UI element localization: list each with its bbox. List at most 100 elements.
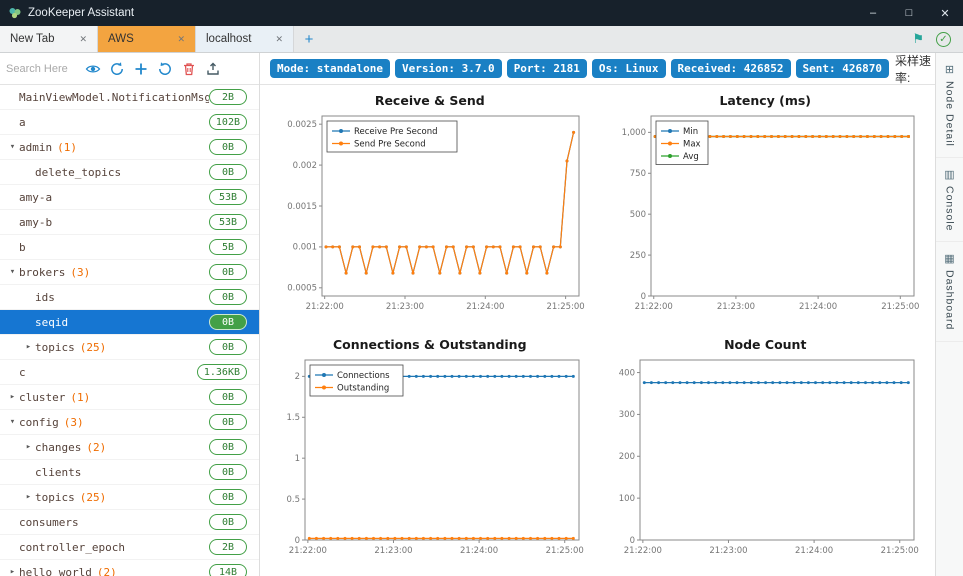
tree-row[interactable]: ▸ cluster (1) 0B xyxy=(0,385,259,410)
tree-row[interactable]: ▸ topics (25) 0B xyxy=(0,335,259,360)
node-name: MainViewModel.NotificationMsg = e xyxy=(19,90,209,104)
child-count: (1) xyxy=(70,390,91,404)
tab-label: Console xyxy=(943,185,956,232)
svg-text:0: 0 xyxy=(630,535,635,545)
sampling-rate-label: 采样速率: xyxy=(894,53,931,85)
tree-row[interactable]: ▸ changes (2) 0B xyxy=(0,435,259,460)
node-name: a xyxy=(19,115,26,129)
chart-panel-3: Node Count 0 100 200 300 400 21:22:00 21:23:00 2… xyxy=(606,337,926,569)
chart-panel-1: Latency (ms) 0 250 500 750 1,000 21:22:00 21:23… xyxy=(606,93,926,325)
tree-row[interactable]: MainViewModel.NotificationMsg = e2B xyxy=(0,85,259,110)
svg-text:21:24:00: 21:24:00 xyxy=(795,546,833,556)
tab-console[interactable]: ▥ Console xyxy=(936,158,963,243)
tree-row[interactable]: ▾ admin (1) 0B xyxy=(0,135,259,160)
export-icon[interactable] xyxy=(203,59,222,78)
tree-row[interactable]: amy-b 53B xyxy=(0,210,259,235)
tree-row[interactable]: seqid 0B xyxy=(0,310,259,335)
chart-panel-0: Receive & Send 0.0005 0.001 0.0015 0.002 0.00… xyxy=(270,93,590,325)
chevron-right-icon[interactable]: ▸ xyxy=(22,442,35,452)
refresh-icon[interactable] xyxy=(107,59,126,78)
size-badge: 0B xyxy=(209,514,247,530)
close-icon[interactable]: ✕ xyxy=(79,34,87,45)
tree-row[interactable]: delete_topics 0B xyxy=(0,160,259,185)
tab-dashboard[interactable]: ▦ Dashboard xyxy=(936,242,963,342)
status-badge: Version: 3.7.0 xyxy=(394,59,502,78)
chevron-down-icon[interactable]: ▾ xyxy=(6,142,19,152)
tree-row[interactable]: clients 0B xyxy=(0,460,259,485)
tree-row[interactable]: ids 0B xyxy=(0,285,259,310)
svg-text:21:25:00: 21:25:00 xyxy=(881,546,919,556)
tree-row[interactable]: ▸ topics (25) 0B xyxy=(0,485,259,510)
delete-node-icon[interactable] xyxy=(179,59,198,78)
tree-row[interactable]: ▸ hello_world (2) 14B xyxy=(0,560,259,576)
minimize-button[interactable]: – xyxy=(855,0,891,26)
size-badge: 2B xyxy=(209,539,247,555)
close-button[interactable]: ✕ xyxy=(927,0,963,26)
close-icon[interactable]: ✕ xyxy=(275,34,283,45)
connected-check-icon[interactable]: ✓ xyxy=(936,31,951,47)
chevron-right-icon[interactable]: ▸ xyxy=(6,392,19,402)
tree-row[interactable]: controller_epoch 2B xyxy=(0,535,259,560)
chart-title: Node Count xyxy=(724,336,807,352)
chart-title: Latency (ms) xyxy=(719,93,812,108)
charts-grid: Receive & Send 0.0005 0.001 0.0015 0.002 0.00… xyxy=(260,85,935,576)
maximize-button[interactable]: □ xyxy=(891,0,927,26)
svg-text:21:25:00: 21:25:00 xyxy=(545,546,583,556)
svg-text:2: 2 xyxy=(294,372,299,382)
chevron-right-icon[interactable]: ▸ xyxy=(6,567,19,576)
chevron-right-icon[interactable]: ▸ xyxy=(22,342,35,352)
node-name: delete_topics xyxy=(35,165,122,179)
child-count: (25) xyxy=(79,340,107,354)
svg-text:21:23:00: 21:23:00 xyxy=(374,546,412,556)
redo-icon[interactable] xyxy=(155,59,174,78)
svg-text:0: 0 xyxy=(641,292,646,302)
svg-text:21:22:00: 21:22:00 xyxy=(289,546,327,556)
add-node-icon[interactable] xyxy=(131,59,150,78)
size-badge: 1.36KB xyxy=(196,364,247,380)
close-icon[interactable]: ✕ xyxy=(177,34,185,45)
tree-row[interactable]: a 102B xyxy=(0,110,259,135)
svg-text:Avg: Avg xyxy=(683,152,699,162)
child-count: (25) xyxy=(79,490,107,504)
app-window: ZooKeeper Assistant – □ ✕ New Tab ✕ AWS … xyxy=(0,0,963,576)
chevron-right-icon[interactable]: ▸ xyxy=(22,492,35,502)
svg-text:1,000: 1,000 xyxy=(622,128,646,138)
svg-text:0.0025: 0.0025 xyxy=(287,120,317,130)
node-name: seqid xyxy=(35,315,69,329)
chevron-down-icon[interactable]: ▾ xyxy=(6,267,19,277)
tab-aws[interactable]: AWS ✕ xyxy=(98,26,196,52)
tab-node-detail[interactable]: ⊞ Node Detail xyxy=(936,53,963,158)
dashboard-icon: ▦ xyxy=(944,253,955,266)
right-tab-strip: ⊞ Node Detail ▥ Console ▦ Dashboard xyxy=(935,53,963,576)
svg-text:21:23:00: 21:23:00 xyxy=(710,546,748,556)
tree-row[interactable]: amy-a 53B xyxy=(0,185,259,210)
tab-new-tab[interactable]: New Tab ✕ xyxy=(0,26,98,52)
status-badge: Os: Linux xyxy=(591,59,666,78)
svg-text:0.0015: 0.0015 xyxy=(287,202,317,212)
chevron-down-icon[interactable]: ▾ xyxy=(6,417,19,427)
tree-row[interactable]: c 1.36KB xyxy=(0,360,259,385)
search-input[interactable] xyxy=(6,62,78,75)
tree-row[interactable]: ▾ brokers (3) 0B xyxy=(0,260,259,285)
size-badge: 0B xyxy=(209,439,247,455)
child-count: (1) xyxy=(57,140,77,154)
tab-localhost[interactable]: localhost ✕ xyxy=(196,26,294,52)
svg-text:Send Pre Second: Send Pre Second xyxy=(354,140,426,150)
svg-text:0.002: 0.002 xyxy=(292,161,316,171)
tree-row[interactable]: b 5B xyxy=(0,235,259,260)
tree-row[interactable]: consumers 0B xyxy=(0,510,259,535)
flag-icon[interactable]: ⚑ xyxy=(912,31,924,47)
svg-text:0: 0 xyxy=(294,535,299,545)
node-name: ids xyxy=(35,290,55,304)
chart-plot: 0 100 200 300 400 21:22:00 21:23:00 21:24:00 21:… xyxy=(619,359,919,556)
node-name: clients xyxy=(35,465,82,479)
svg-text:21:23:00: 21:23:00 xyxy=(717,302,755,312)
window-controls: – □ ✕ xyxy=(855,0,963,26)
svg-text:1.5: 1.5 xyxy=(286,413,300,423)
main-area: MainViewModel.NotificationMsg = e2Ba102B… xyxy=(0,53,963,576)
eye-icon[interactable] xyxy=(83,59,102,78)
svg-text:200: 200 xyxy=(619,452,635,462)
tree-row[interactable]: ▾ config (3) 0B xyxy=(0,410,259,435)
add-tab-button[interactable]: + xyxy=(294,26,324,52)
node-name: config xyxy=(19,415,59,429)
